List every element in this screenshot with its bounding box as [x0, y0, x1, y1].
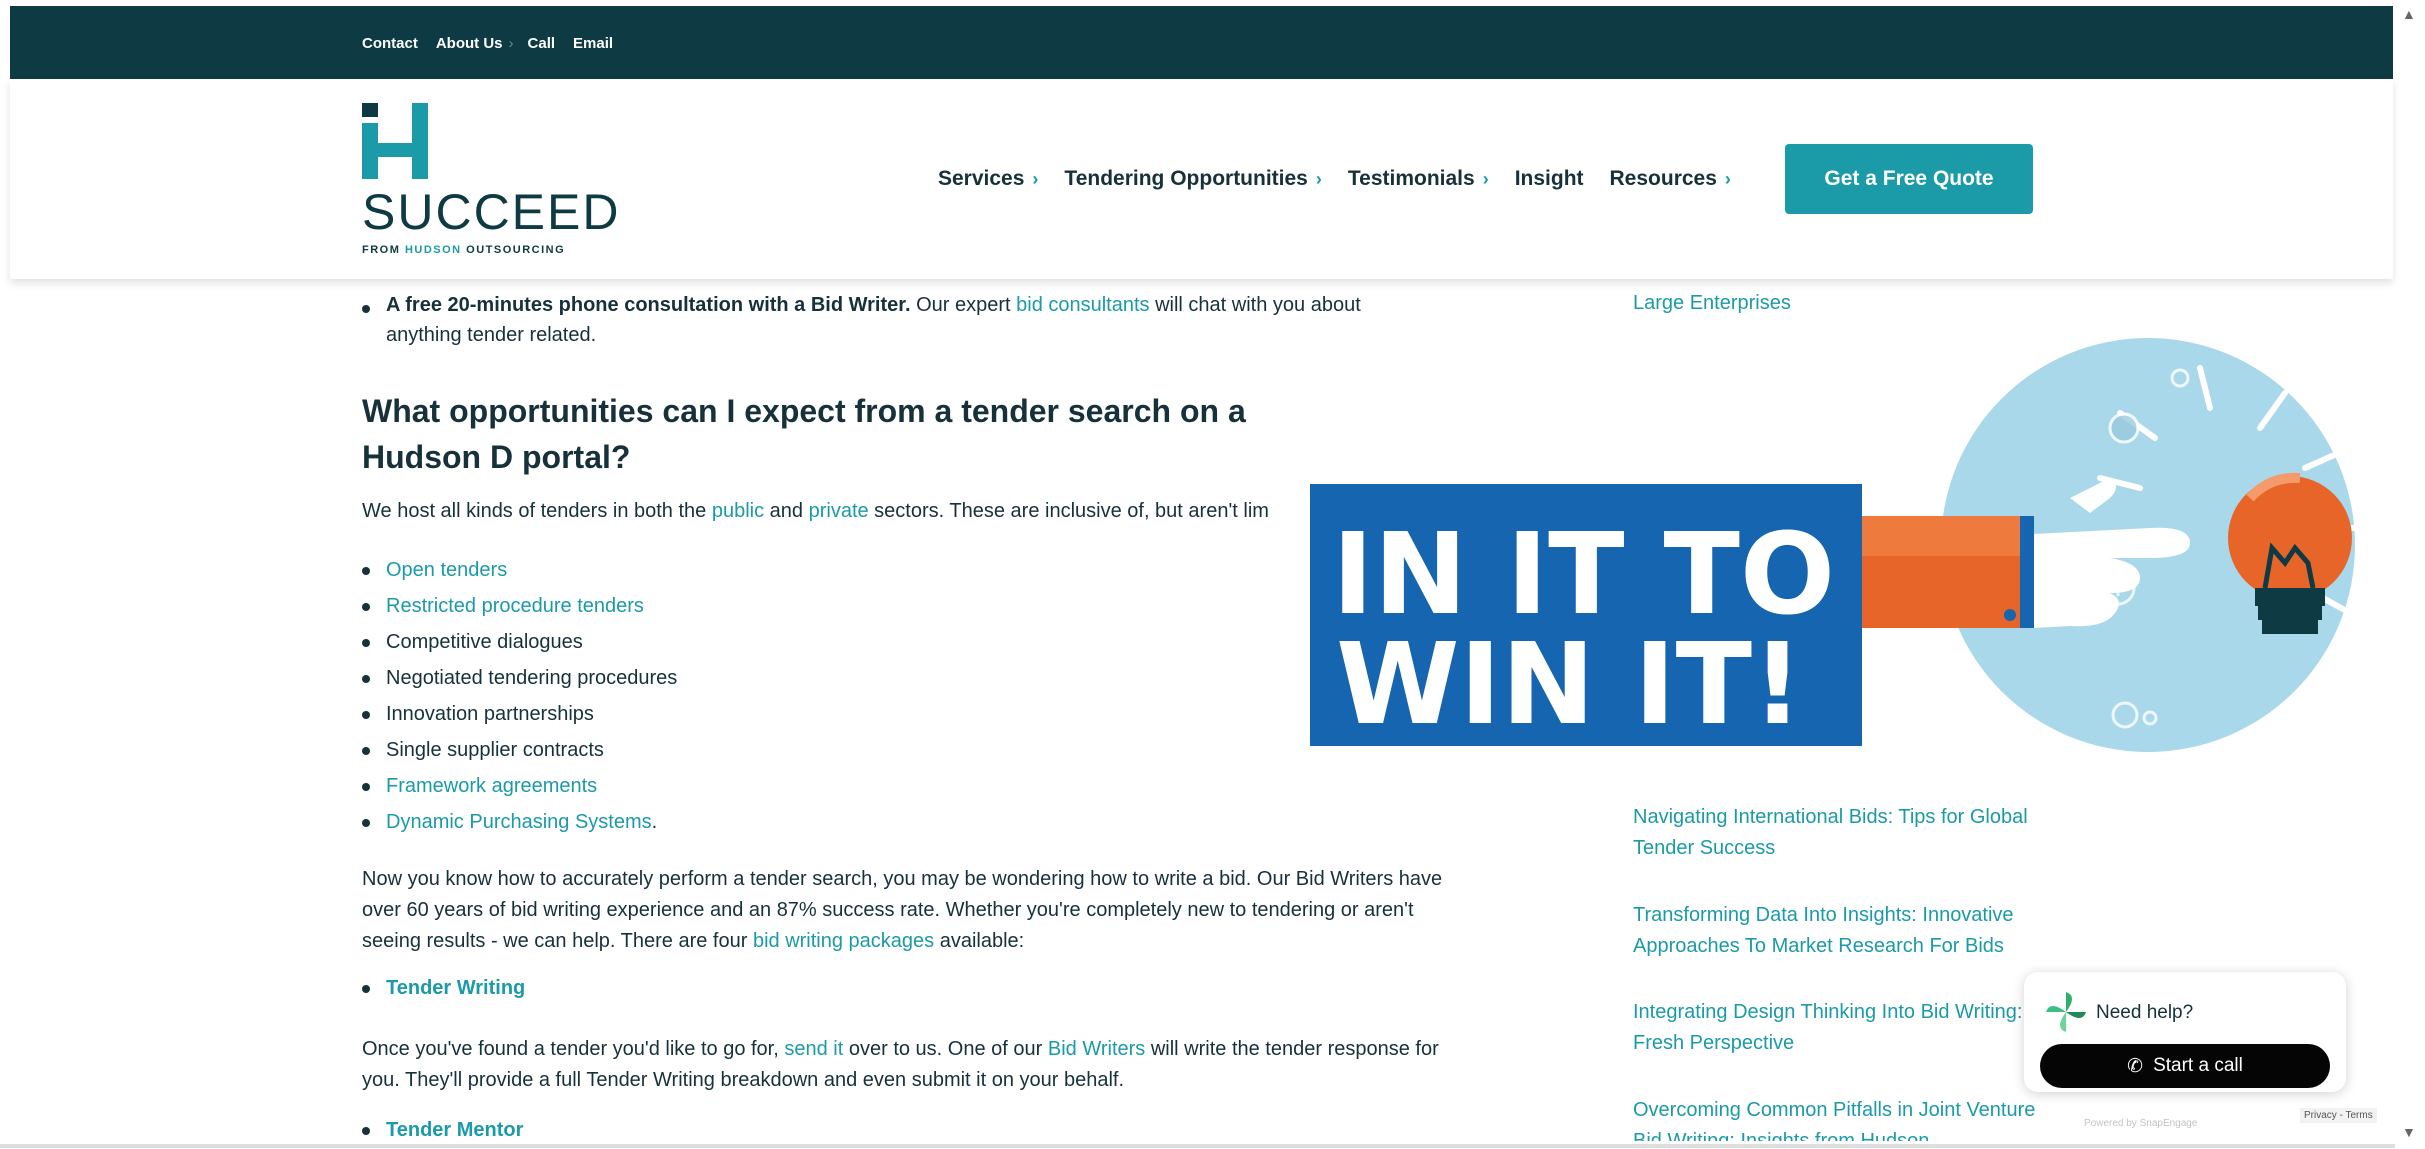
nav-tendering-opportunities[interactable]: Tendering Opportunities ›: [1064, 167, 1321, 191]
framework-agreements-link[interactable]: Framework agreements: [362, 768, 677, 804]
nav-resources[interactable]: Resources ›: [1610, 167, 1731, 191]
pinwheel-icon: [2046, 992, 2086, 1032]
list-item: Single supplier contracts: [362, 732, 677, 768]
sidebar-post-link[interactable]: Overcoming Common Pitfalls in Joint Vent…: [1633, 1095, 2043, 1141]
open-tenders-link[interactable]: Open tenders: [362, 552, 677, 588]
chevron-right-icon: ›: [1724, 168, 1731, 189]
main-nav: Services › Tendering Opportunities › Testi…: [938, 167, 1731, 191]
start-a-call-button[interactable]: ✆ Start a call: [2040, 1044, 2330, 1088]
recaptcha-privacy-link[interactable]: Privacy - Terms: [2300, 1108, 2377, 1123]
in-it-to-win-it-banner[interactable]: IN IT TO WIN IT!: [1310, 338, 2425, 758]
call-link[interactable]: Call: [528, 35, 556, 52]
send-it-link[interactable]: send it: [784, 1038, 843, 1060]
chevron-right-icon: ›: [1032, 168, 1039, 189]
list-item: Innovation partnerships: [362, 696, 677, 732]
chevron-right-icon: ›: [1482, 168, 1489, 189]
logo-tagline: FROM HUDSON OUTSOURCING: [362, 244, 566, 256]
dynamic-purchasing-link[interactable]: Dynamic Purchasing Systems: [386, 811, 652, 833]
tender-mentor-link[interactable]: Tender Mentor: [362, 1112, 523, 1148]
bid-consultants-link[interactable]: bid consultants: [1016, 294, 1149, 316]
logo-wordmark: SUCCEED: [362, 184, 621, 240]
need-help-widget: Need help? ✆ Start a call: [2024, 972, 2346, 1092]
phone-icon: ✆: [2127, 1055, 2144, 1077]
top-utility-bar: Contact About Us › Call Email: [10, 6, 2393, 79]
restricted-procedure-link[interactable]: Restricted procedure tenders: [362, 588, 677, 624]
public-link[interactable]: public: [712, 500, 764, 522]
email-link[interactable]: Email: [573, 35, 613, 52]
chevron-right-icon: ›: [508, 35, 514, 52]
bid-writing-packages-link[interactable]: bid writing packages: [753, 930, 934, 952]
intro-paragraph: We host all kinds of tenders in both the…: [362, 500, 1269, 522]
scroll-down-arrow-icon[interactable]: ▼: [2402, 1124, 2416, 1140]
horizontal-scrollbar[interactable]: [0, 1144, 2395, 1148]
chevron-right-icon: ›: [1315, 168, 1322, 189]
nav-services[interactable]: Services ›: [938, 167, 1038, 191]
sidebar-post-link[interactable]: Navigating International Bids: Tips for …: [1633, 802, 2043, 864]
dps-list-item: Dynamic Purchasing Systems.: [362, 804, 677, 840]
powered-by-label: Powered by SnapEngage: [2084, 1118, 2198, 1129]
package-tender-mentor: Tender Mentor: [362, 1112, 523, 1148]
section-heading: What opportunities can I expect from a t…: [362, 393, 1246, 475]
list-item: Negotiated tendering procedures: [362, 660, 677, 696]
sidebar-post-link[interactable]: Large Enterprises: [1633, 288, 2043, 319]
bid-writing-paragraph: Now you know how to accurately perform a…: [362, 868, 1443, 952]
get-free-quote-button[interactable]: Get a Free Quote: [1785, 144, 2033, 214]
succeed-logo[interactable]: SUCCEED FROM HUDSON OUTSOURCING: [362, 103, 622, 263]
tender-types-list: Open tenders Restricted procedure tender…: [362, 552, 677, 840]
need-help-title: Need help?: [2096, 1002, 2194, 1023]
scroll-up-arrow-icon[interactable]: ▲: [2402, 6, 2416, 22]
nav-testimonials[interactable]: Testimonials ›: [1348, 167, 1489, 191]
site-header: SUCCEED FROM HUDSON OUTSOURCING Services…: [10, 79, 2393, 279]
package-tender-writing: Tender Writing: [362, 970, 525, 1006]
list-item: Competitive dialogues: [362, 624, 677, 660]
tender-writing-paragraph: Once you've found a tender you'd like to…: [362, 1038, 1439, 1091]
promo-line-2: WIN IT!: [1336, 620, 1803, 750]
top-links: Contact About Us › Call Email: [362, 35, 613, 52]
sidebar-post-link[interactable]: Transforming Data Into Insights: Innovat…: [1633, 900, 2043, 962]
about-us-link[interactable]: About Us: [436, 35, 503, 52]
private-link[interactable]: private: [809, 500, 869, 522]
sidebar-post-link[interactable]: Integrating Design Thinking Into Bid Wri…: [1633, 997, 2043, 1059]
contact-link[interactable]: Contact: [362, 35, 418, 52]
consultation-bullet: A free 20-minutes phone consultation wit…: [362, 290, 1402, 350]
nav-insight[interactable]: Insight: [1515, 167, 1584, 191]
promo-illustration: IN IT TO WIN IT!: [1310, 338, 2373, 752]
logo-h-mark-icon: [362, 103, 428, 179]
bid-writers-link[interactable]: Bid Writers: [1048, 1038, 1145, 1060]
tender-writing-link[interactable]: Tender Writing: [362, 970, 525, 1006]
